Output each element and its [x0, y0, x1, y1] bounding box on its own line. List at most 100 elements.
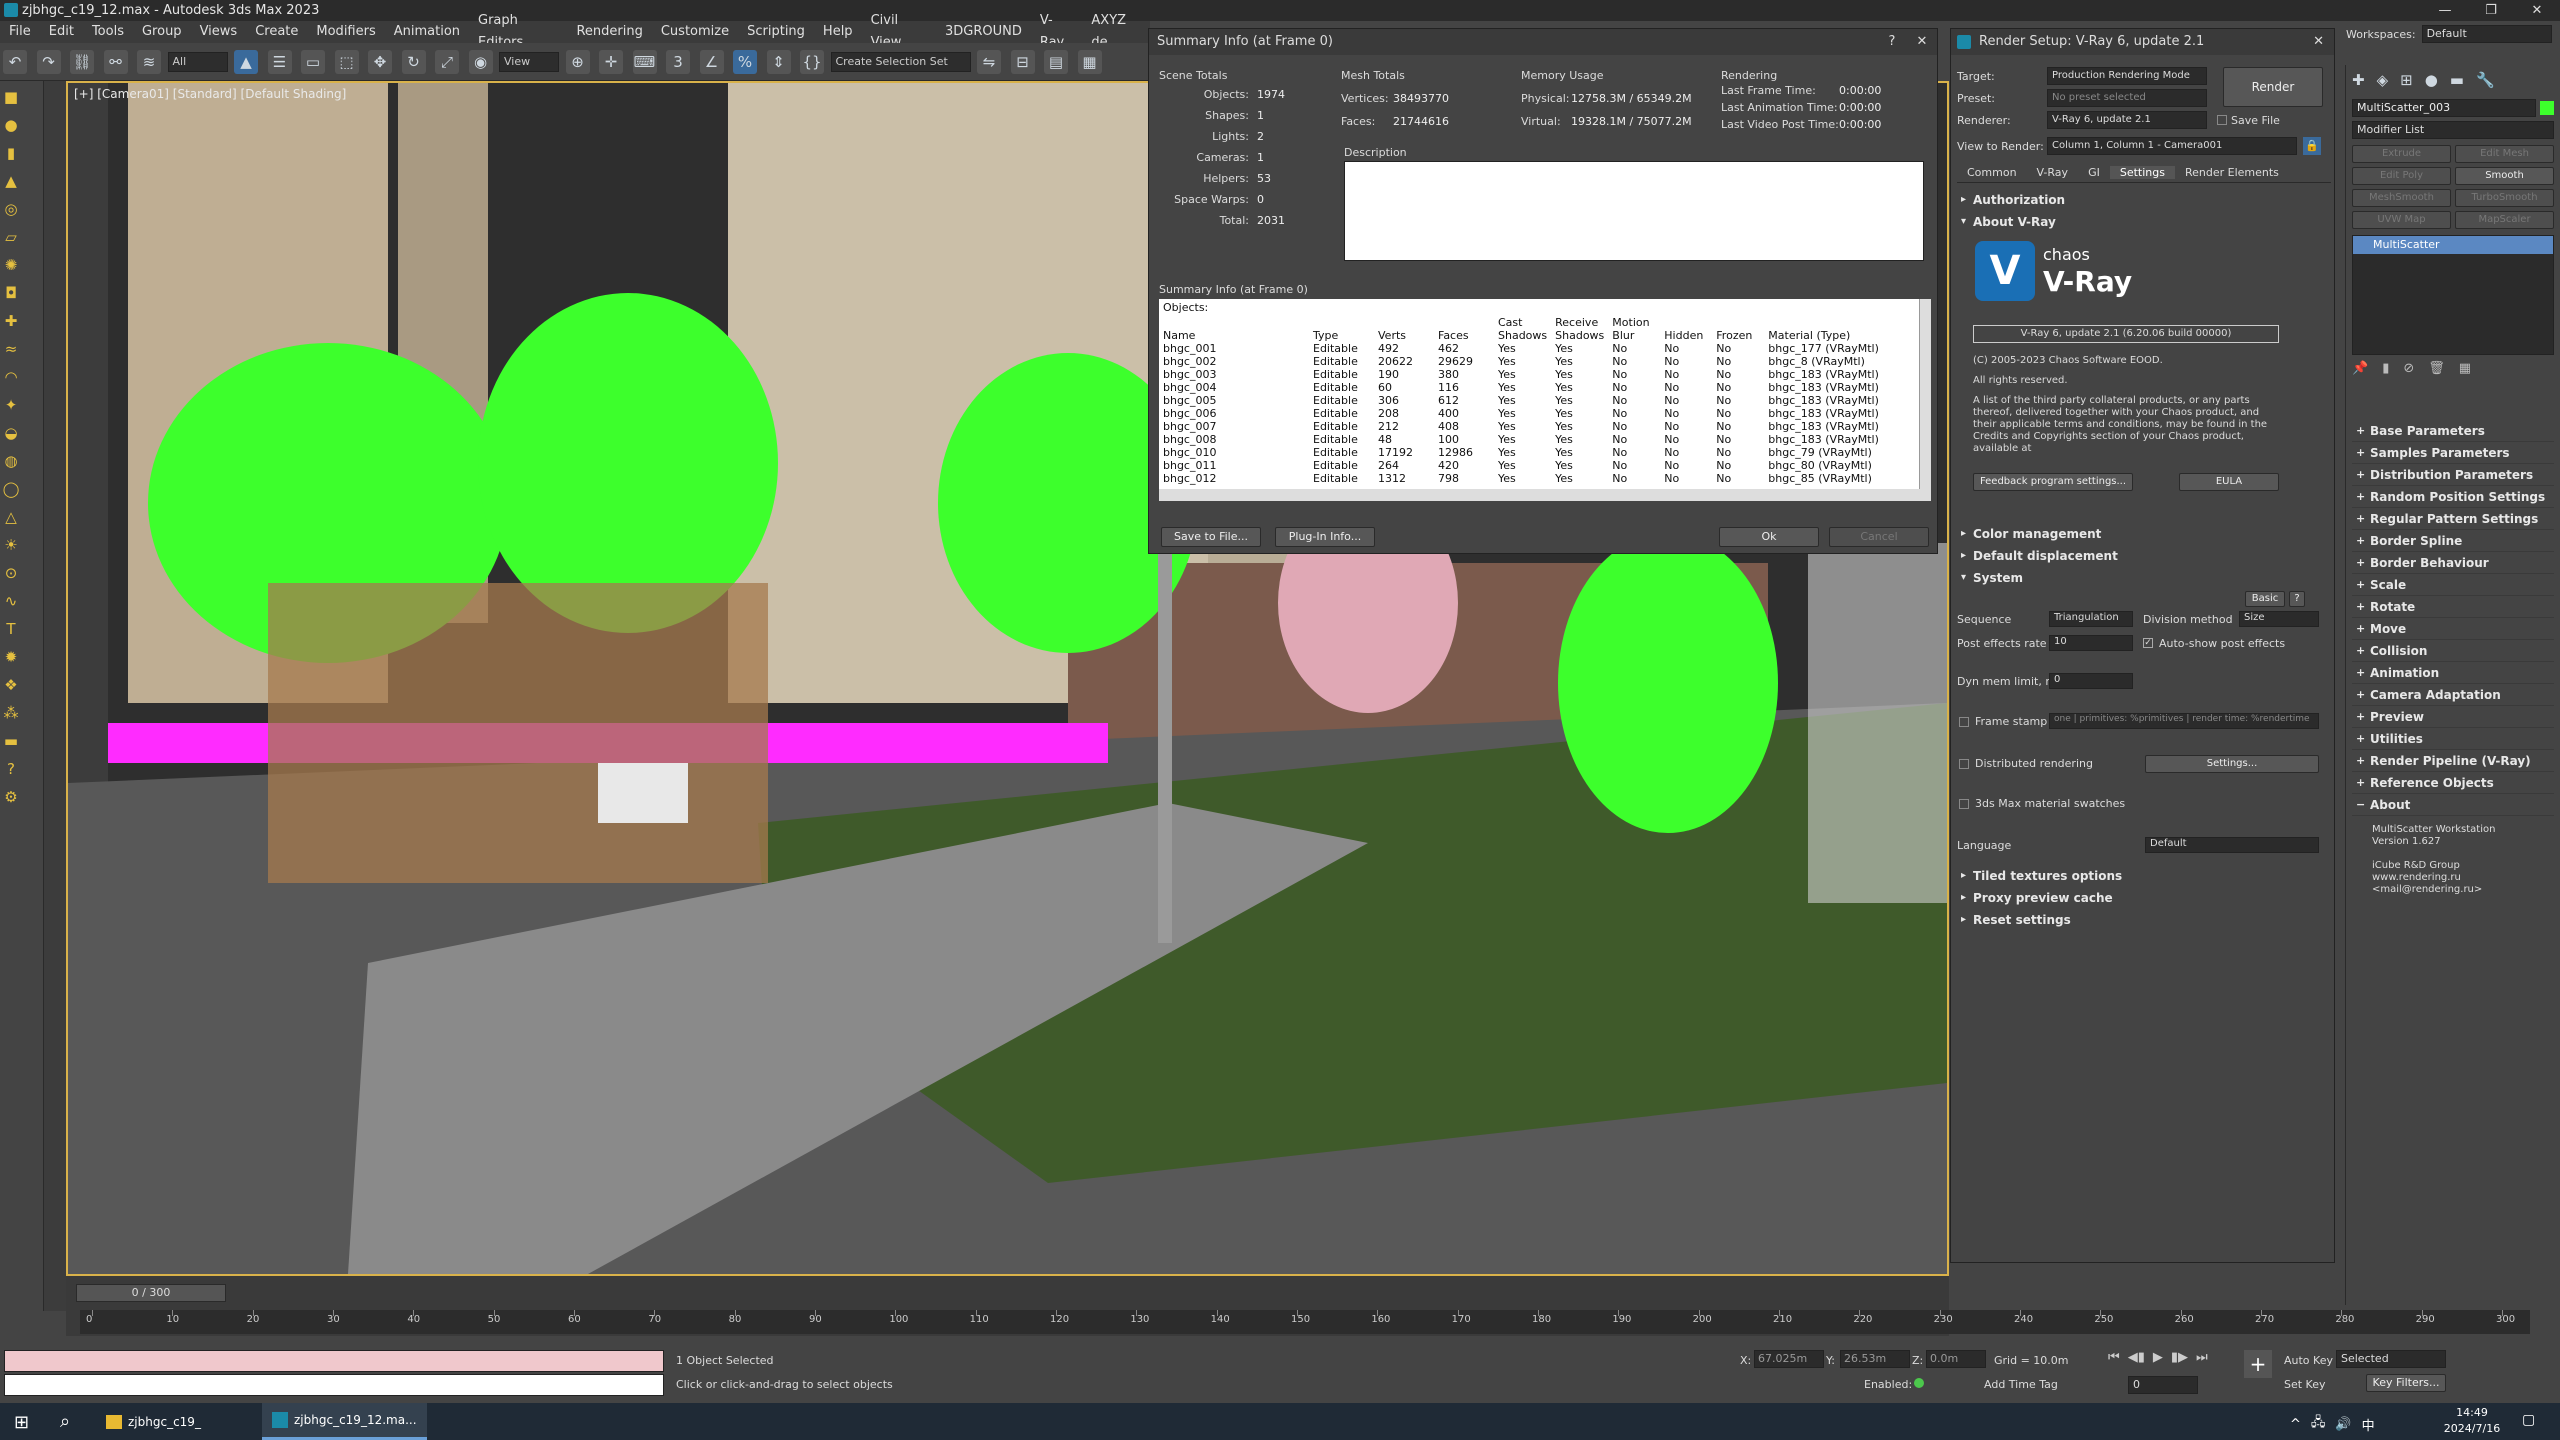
taskbar-item-explorer[interactable]: zjbhgc_c19_: [106, 1411, 201, 1433]
mod-uvw-map-button[interactable]: UVW Map: [2352, 211, 2451, 229]
table-row[interactable]: bhgc_002 Editable 20622 29629 Yes Yes No No No bh…: [1159, 355, 1883, 368]
minimize-icon[interactable]: —: [2422, 0, 2468, 21]
show-end-result-icon[interactable]: ▮: [2382, 361, 2389, 376]
rollout-about-vray[interactable]: About V-Ray: [1955, 211, 2327, 233]
table-row[interactable]: bhgc_011 Editable 264 420 Yes Yes No No No bhgc_8…: [1159, 459, 1883, 472]
objects-list[interactable]: Objects: Name Type Verts Faces Cast Shad…: [1159, 299, 1929, 489]
frame-stamp-field[interactable]: one | primitives: %primitives | render t…: [2049, 713, 2319, 729]
rollout-tiled-textures[interactable]: Tiled textures options: [1955, 865, 2327, 887]
z-field[interactable]: 0.0m: [1926, 1350, 1986, 1368]
key-filters-button[interactable]: Key Filters...: [2366, 1374, 2446, 1392]
vray-plane-icon[interactable]: ▬: [0, 729, 22, 753]
pivot-icon[interactable]: ⊕: [565, 50, 590, 74]
tab-settings[interactable]: Settings: [2109, 166, 2175, 179]
rollout-preview[interactable]: Preview: [2352, 706, 2554, 728]
plugin-info-button[interactable]: Plug-In Info...: [1275, 527, 1375, 547]
object-color-swatch[interactable]: [2540, 101, 2554, 115]
table-row[interactable]: bhgc_007 Editable 212 408 Yes Yes No No No bhgc_1…: [1159, 420, 1883, 433]
tray-chevron-icon[interactable]: ^: [2290, 1417, 2301, 1432]
selection-filter-dropdown[interactable]: All: [167, 52, 228, 72]
redo-icon[interactable]: ↷: [36, 50, 61, 74]
rollout-rotate[interactable]: Rotate: [2352, 596, 2554, 618]
notification-icon[interactable]: ▢: [2522, 1412, 2535, 1428]
cone-icon[interactable]: ▲: [0, 169, 22, 193]
ribbon-icon[interactable]: ▦: [1077, 50, 1102, 74]
create-tab-icon[interactable]: ✚: [2352, 71, 2365, 89]
select-object-icon[interactable]: ▲: [234, 50, 258, 74]
tab-common[interactable]: Common: [1957, 166, 2027, 179]
rollout-proxy-cache[interactable]: Proxy preview cache: [1955, 887, 2327, 909]
window-crossing-icon[interactable]: ⬚: [334, 50, 359, 74]
plane-icon[interactable]: ▱: [0, 225, 22, 249]
ok-button[interactable]: Ok: [1719, 527, 1819, 547]
link-icon[interactable]: ⛓: [70, 50, 94, 74]
menu-item[interactable]: Help: [814, 21, 862, 43]
object-name-field[interactable]: MultiScatter_003: [2352, 99, 2537, 117]
distributed-settings-button[interactable]: Settings...: [2145, 755, 2319, 773]
make-unique-icon[interactable]: ⊘: [2403, 361, 2414, 376]
menu-item[interactable]: Scripting: [738, 21, 814, 43]
restore-icon[interactable]: ❐: [2468, 0, 2514, 21]
distributed-checkbox[interactable]: [1959, 759, 1969, 769]
helper-icon[interactable]: ✚: [0, 309, 22, 333]
current-frame-field[interactable]: 0: [2128, 1376, 2198, 1394]
basic-button[interactable]: Basic: [2245, 591, 2285, 607]
angle-snap-icon[interactable]: ∠: [699, 50, 724, 74]
menu-item[interactable]: Views: [191, 21, 247, 43]
rollout-system[interactable]: System: [1955, 567, 2327, 589]
menu-item[interactable]: Group: [133, 21, 191, 43]
settings-icon[interactable]: ⚙: [0, 785, 22, 809]
rollout-regular-pattern[interactable]: Regular Pattern Settings: [2352, 508, 2554, 530]
save-to-file-button[interactable]: Save to File...: [1161, 527, 1261, 547]
particle-icon[interactable]: ✦: [0, 393, 22, 417]
rollout-utilities[interactable]: Utilities: [2352, 728, 2554, 750]
modifier-stack[interactable]: MultiScatter: [2352, 235, 2554, 355]
close-icon[interactable]: ✕: [2514, 0, 2560, 21]
teapot-icon[interactable]: ◒: [0, 421, 22, 445]
set-key-icon[interactable]: +: [2244, 1350, 2272, 1378]
display-tab-icon[interactable]: ▬: [2450, 71, 2464, 89]
spline-icon[interactable]: ∿: [0, 589, 22, 613]
mod-edit-mesh-button[interactable]: Edit Mesh: [2455, 145, 2554, 163]
scale-icon[interactable]: ⤢: [435, 50, 459, 74]
menu-item[interactable]: File: [0, 21, 40, 43]
play-icon[interactable]: ▶: [2153, 1350, 2163, 1365]
rect-selection-icon[interactable]: ▭: [301, 50, 325, 74]
list-scrollbar[interactable]: [1919, 299, 1931, 489]
volume-icon[interactable]: 🔊: [2335, 1417, 2351, 1432]
move-icon[interactable]: ✥: [368, 50, 392, 74]
help-icon[interactable]: ?: [1877, 29, 1907, 55]
vray-proxy-icon[interactable]: ❖: [0, 673, 22, 697]
rollout-authorization[interactable]: Authorization: [1955, 189, 2327, 211]
tab-gi[interactable]: GI: [2078, 166, 2110, 179]
maxscript-listener[interactable]: [4, 1350, 664, 1372]
configure-sets-icon[interactable]: ▦: [2459, 361, 2471, 376]
lock-icon[interactable]: 🔒: [2303, 137, 2321, 155]
division-dropdown[interactable]: Size: [2239, 611, 2319, 627]
feedback-button[interactable]: Feedback program settings...: [1973, 473, 2133, 491]
menu-item[interactable]: Rendering: [567, 21, 651, 43]
rollout-reference-objects[interactable]: Reference Objects: [2352, 772, 2554, 794]
menu-item[interactable]: Tools: [83, 21, 133, 43]
cancel-button[interactable]: Cancel: [1829, 527, 1929, 547]
rollout-animation[interactable]: Animation: [2352, 662, 2554, 684]
undo-icon[interactable]: ↶: [3, 50, 27, 74]
stack-item[interactable]: MultiScatter: [2353, 236, 2553, 254]
select-by-name-icon[interactable]: ☰: [267, 50, 292, 74]
pyramid-icon[interactable]: △: [0, 505, 22, 529]
rollout-default-displacement[interactable]: Default displacement: [1955, 545, 2327, 567]
edit-named-sets-icon[interactable]: {}: [800, 50, 824, 74]
menu-item[interactable]: 3DGROUND: [936, 21, 1031, 43]
clock-date[interactable]: 2024/7/16: [2432, 1422, 2512, 1435]
target-icon[interactable]: ⊙: [0, 561, 22, 585]
tab-vray[interactable]: V-Ray: [2027, 166, 2079, 179]
mod-smooth-button[interactable]: Smooth: [2455, 167, 2554, 185]
table-row[interactable]: bhgc_012 Editable 1312 798 Yes Yes No No No bhgc_…: [1159, 472, 1883, 485]
render-button[interactable]: Render: [2223, 67, 2323, 107]
table-row[interactable]: bhgc_006 Editable 208 400 Yes Yes No No No bhgc_1…: [1159, 407, 1883, 420]
unlink-icon[interactable]: ⚯: [103, 50, 128, 74]
table-row[interactable]: bhgc_005 Editable 306 612 Yes Yes No No No bhgc_1…: [1159, 394, 1883, 407]
workspaces-dropdown[interactable]: Default: [2421, 25, 2552, 43]
add-time-tag[interactable]: Add Time Tag: [1984, 1378, 2058, 1391]
go-to-start-icon[interactable]: ⏮: [2108, 1350, 2120, 1365]
